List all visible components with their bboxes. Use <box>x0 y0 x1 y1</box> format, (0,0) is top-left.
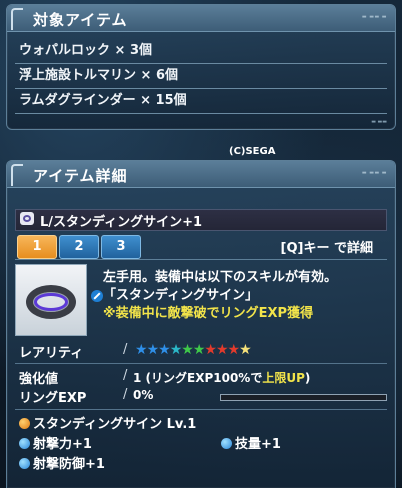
rarity-label: レアリティ <box>19 346 84 361</box>
list-item: ラムダグラインダー × 15個 <box>15 89 387 114</box>
tab-3[interactable]: 3 <box>101 235 141 259</box>
enhance-value-text: 1 (リングEXP100%で <box>133 371 263 385</box>
star-icon: ★ <box>158 342 171 358</box>
target-items-list: ウォパルロック × 3個 浮上施設トルマリン × 6個 ラムダグラインダー × … <box>15 39 387 114</box>
star-icon: ★ <box>135 342 148 358</box>
separator-slash: / <box>123 342 128 357</box>
divider <box>15 363 387 364</box>
ring-inner-shape <box>34 293 68 311</box>
star-icon: ★ <box>146 342 160 358</box>
rarity-stars: ★★★★★★★★★★ <box>135 342 252 358</box>
header-bracket-icon <box>11 8 23 30</box>
item-name: L/スタンディングサイン+1 <box>40 215 203 230</box>
enhance-value: 1 (リングEXP100%で上限UP) <box>133 369 310 386</box>
star-icon: ★ <box>227 342 241 358</box>
enhance-value-suffix: ) <box>304 371 311 385</box>
rarity-row: レアリティ / ★★★★★★★★★★ <box>15 341 387 361</box>
description-line: 「スタンディングサイン」 <box>103 288 259 303</box>
ability-item: 射撃力+1 <box>19 433 92 452</box>
separator-slash: / <box>123 368 128 383</box>
ability-label: 技量+1 <box>235 437 281 452</box>
target-items-panel: 対象アイテム ▬ ▬▬ ▬ ウォパルロック × 3個 浮上施設トルマリン × 6… <box>6 4 396 130</box>
no-trade-icon <box>91 290 103 302</box>
star-icon: ★ <box>192 342 206 358</box>
separator-slash: / <box>123 387 128 402</box>
exp-progress-bar <box>220 394 387 401</box>
exp-label: リングEXP <box>19 391 87 406</box>
header-bracket-icon <box>11 164 23 186</box>
ability-label: 射撃防御+1 <box>33 457 105 472</box>
item-detail-header: アイテム詳細 ▬ ▬▬ ▬ <box>7 161 395 188</box>
enhance-label: 強化値 <box>19 372 59 387</box>
boost-icon <box>19 438 30 449</box>
ability-label: スタンディングサイン Lv.1 <box>33 417 197 432</box>
panel-footer-decoration: ▬ ▬▬ <box>371 119 387 125</box>
list-item: 浮上施設トルマリン × 6個 <box>15 64 387 89</box>
ability-item: スタンディングサイン Lv.1 <box>19 413 196 432</box>
star-icon: ★ <box>169 342 183 358</box>
divider <box>15 409 387 410</box>
enhance-row: 強化値 / 1 (リングEXP100%で上限UP) <box>15 367 387 387</box>
ability-item: 技量+1 <box>221 433 281 452</box>
description-notice: ※装備中に敵撃破でリングEXP獲得 <box>103 306 314 321</box>
detail-key-hint: [Q]キー で詳細 <box>280 241 373 256</box>
item-detail-panel: アイテム詳細 ▬ ▬▬ ▬ L/スタンディングサイン+1 1 2 3 [Q]キー… <box>6 160 396 488</box>
copyright-text: (C)SEGA <box>229 146 276 157</box>
item-description: 左手用。装備中は以下のスキルが有効。 「スタンディングサイン」 ※装備中に敵撃破… <box>15 259 387 340</box>
header-decoration: ▬ ▬▬ ▬ <box>361 14 387 20</box>
ring-icon <box>20 212 34 225</box>
ability-label: 射撃力+1 <box>33 437 92 452</box>
target-items-title: 対象アイテム <box>33 11 128 29</box>
exp-value: 0% <box>133 388 154 402</box>
target-items-header: 対象アイテム ▬ ▬▬ ▬ <box>7 5 395 32</box>
star-icon: ★ <box>181 342 194 358</box>
tab-2[interactable]: 2 <box>59 235 99 259</box>
item-image <box>15 264 87 336</box>
star-icon: ★ <box>239 342 252 358</box>
description-line: 左手用。装備中は以下のスキルが有効。 <box>103 270 338 285</box>
star-icon: ★ <box>215 342 229 358</box>
header-decoration: ▬ ▬▬ ▬ <box>361 170 387 176</box>
item-name-bar: L/スタンディングサイン+1 <box>15 209 387 231</box>
star-icon: ★ <box>204 342 217 358</box>
enhance-limit-up: 上限UP <box>262 371 305 385</box>
boost-icon <box>19 458 30 469</box>
list-item: ウォパルロック × 3個 <box>15 39 387 64</box>
exp-row: リングEXP / 0% <box>15 386 387 406</box>
ring-skill-icon <box>19 418 30 429</box>
boost-icon <box>221 438 232 449</box>
ability-item: 射撃防御+1 <box>19 453 105 472</box>
item-detail-title: アイテム詳細 <box>33 167 128 185</box>
tab-1[interactable]: 1 <box>17 235 57 259</box>
